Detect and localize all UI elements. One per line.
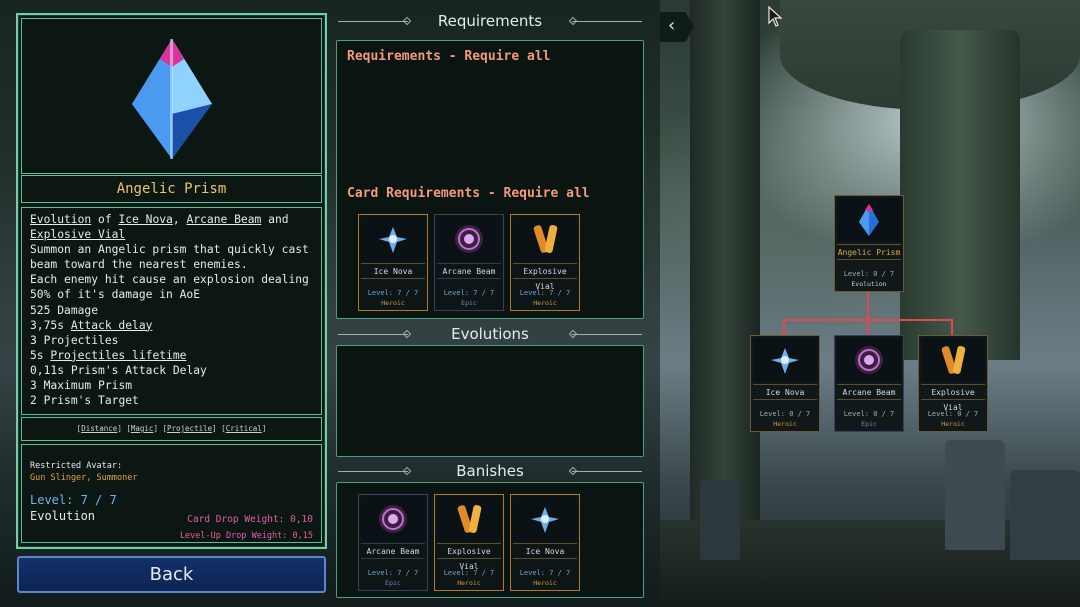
tree-node-arcane-beam[interactable]: Arcane Beam Level: 0 / 7 Epic xyxy=(834,335,904,432)
divider xyxy=(572,21,642,22)
divider xyxy=(338,21,408,22)
tree-connector xyxy=(867,319,869,335)
tree-connector xyxy=(951,319,953,335)
divider-ornament xyxy=(402,329,412,339)
tag-projectile[interactable]: Projectile xyxy=(167,424,212,433)
arcane-beam-icon xyxy=(837,338,901,382)
ice-nova-icon xyxy=(513,497,577,541)
angelic-prism-icon xyxy=(132,39,212,159)
gravestone xyxy=(700,480,740,560)
stat-tooltip-link[interactable]: Projectiles lifetime xyxy=(50,349,186,362)
description-line: beam toward the nearest enemies. xyxy=(30,258,248,272)
gravestone xyxy=(945,440,1005,550)
banish-card-arcane-beam[interactable]: Arcane Beam Level: 7 / 7 Epic xyxy=(358,494,428,591)
card-info: Restricted Avatar: Gun Slinger, Summoner… xyxy=(21,444,322,543)
parent-link-explosive-vial[interactable]: Explosive Vial xyxy=(30,228,125,241)
card-requirements-title: Card Requirements - Require all xyxy=(347,186,590,201)
arcane-beam-icon xyxy=(361,497,425,541)
stat-tooltip-link[interactable]: Attack delay xyxy=(71,319,153,332)
card-description: Evolution of Ice Nova, Arcane Beam and E… xyxy=(21,207,322,415)
tags-row: [Distance] [Magic] [Projectile] [Critica… xyxy=(21,417,322,441)
evolution-line: Evolution of Ice Nova, Arcane Beam and xyxy=(30,213,289,226)
tree-connector xyxy=(867,292,869,320)
banish-card-explosive-vial[interactable]: Explosive Vial Level: 7 / 7 Heroic xyxy=(434,494,504,591)
divider xyxy=(338,471,408,472)
ice-nova-icon xyxy=(361,217,425,261)
tag-critical[interactable]: Critical xyxy=(226,424,262,433)
description-line: Summon an Angelic prism that quickly cas… xyxy=(30,243,309,257)
requirements-title: Requirements - Require all xyxy=(347,49,551,64)
tree-trunk xyxy=(900,30,1020,360)
parent-link-arcane-beam[interactable]: Arcane Beam xyxy=(187,213,262,226)
card-drop-weight: Card Drop Weight: 0,10 xyxy=(187,514,313,525)
requirements-box: Requirements - Require all Card Requirem… xyxy=(336,40,644,319)
divider xyxy=(338,334,408,335)
explosive-vial-icon xyxy=(437,497,501,541)
stat-line: 3 Maximum Prism xyxy=(30,379,133,393)
stat-line: 525 Damage xyxy=(30,303,99,317)
back-button[interactable]: Back xyxy=(17,556,326,593)
divider-ornament xyxy=(402,466,412,476)
stat-line: 5s Projectiles lifetime xyxy=(30,348,187,362)
banish-card-ice-nova[interactable]: Ice Nova Level: 7 / 7 Heroic xyxy=(510,494,580,591)
divider xyxy=(572,334,642,335)
tag-magic[interactable]: Magic xyxy=(131,424,154,433)
gravestone xyxy=(1010,470,1080,560)
req-card-explosive-vial[interactable]: Explosive Vial Level: 7 / 7 Heroic xyxy=(510,214,580,311)
tree-node-angelic-prism[interactable]: Angelic Prism Level: 0 / 7 Evolution xyxy=(834,195,904,292)
ice-nova-icon xyxy=(753,338,817,382)
banishes-box: Arcane Beam Level: 7 / 7 Epic Explosive … xyxy=(336,482,644,598)
explosive-vial-icon xyxy=(513,217,577,261)
mouse-cursor-icon xyxy=(768,6,783,27)
card-title: Angelic Prism xyxy=(21,175,322,203)
evolutions-header: Evolutions xyxy=(336,324,644,344)
req-card-arcane-beam[interactable]: Arcane Beam Level: 7 / 7 Epic xyxy=(434,214,504,311)
requirements-header: Requirements xyxy=(336,11,644,31)
divider-ornament xyxy=(402,16,412,26)
card-level: Level: 7 / 7 xyxy=(30,493,117,507)
levelup-drop-weight: Level-Up Drop Weight: 0,15 xyxy=(179,531,313,541)
tree-node-explosive-vial[interactable]: Explosive Vial Level: 0 / 7 Heroic xyxy=(918,335,988,432)
stat-line: 0,11s Prism's Attack Delay xyxy=(30,363,207,377)
angelic-prism-icon xyxy=(837,198,901,242)
card-art xyxy=(21,18,322,174)
banishes-header: Banishes xyxy=(336,461,644,481)
evolutions-box xyxy=(336,345,644,457)
tree-node-ice-nova[interactable]: Ice Nova Level: 0 / 7 Heroic xyxy=(750,335,820,432)
stat-line: 3 Projectiles xyxy=(30,333,119,347)
explosive-vial-icon xyxy=(921,338,985,382)
restricted-avatar-label: Restricted Avatar: xyxy=(30,461,123,471)
req-card-ice-nova[interactable]: Ice Nova Level: 7 / 7 Heroic xyxy=(358,214,428,311)
description-line: Each enemy hit cause an explosion dealin… xyxy=(30,273,309,287)
stat-line: 2 Prism's Target xyxy=(30,394,139,408)
restricted-avatar-value: Gun Slinger, Summoner xyxy=(30,473,138,483)
chevron-left-icon: ‹ xyxy=(668,15,676,36)
evolution-link[interactable]: Evolution xyxy=(30,213,91,226)
stat-line: 3,75s Attack delay xyxy=(30,318,153,332)
tag-distance[interactable]: Distance xyxy=(81,424,117,433)
divider xyxy=(572,471,642,472)
tree-connector xyxy=(783,319,785,335)
arcane-beam-icon xyxy=(437,217,501,261)
parent-link-ice-nova[interactable]: Ice Nova xyxy=(118,213,172,226)
description-line: 50% of it's damage in AoE xyxy=(30,288,201,302)
card-detail-panel: Angelic Prism Evolution of Ice Nova, Arc… xyxy=(16,13,327,549)
